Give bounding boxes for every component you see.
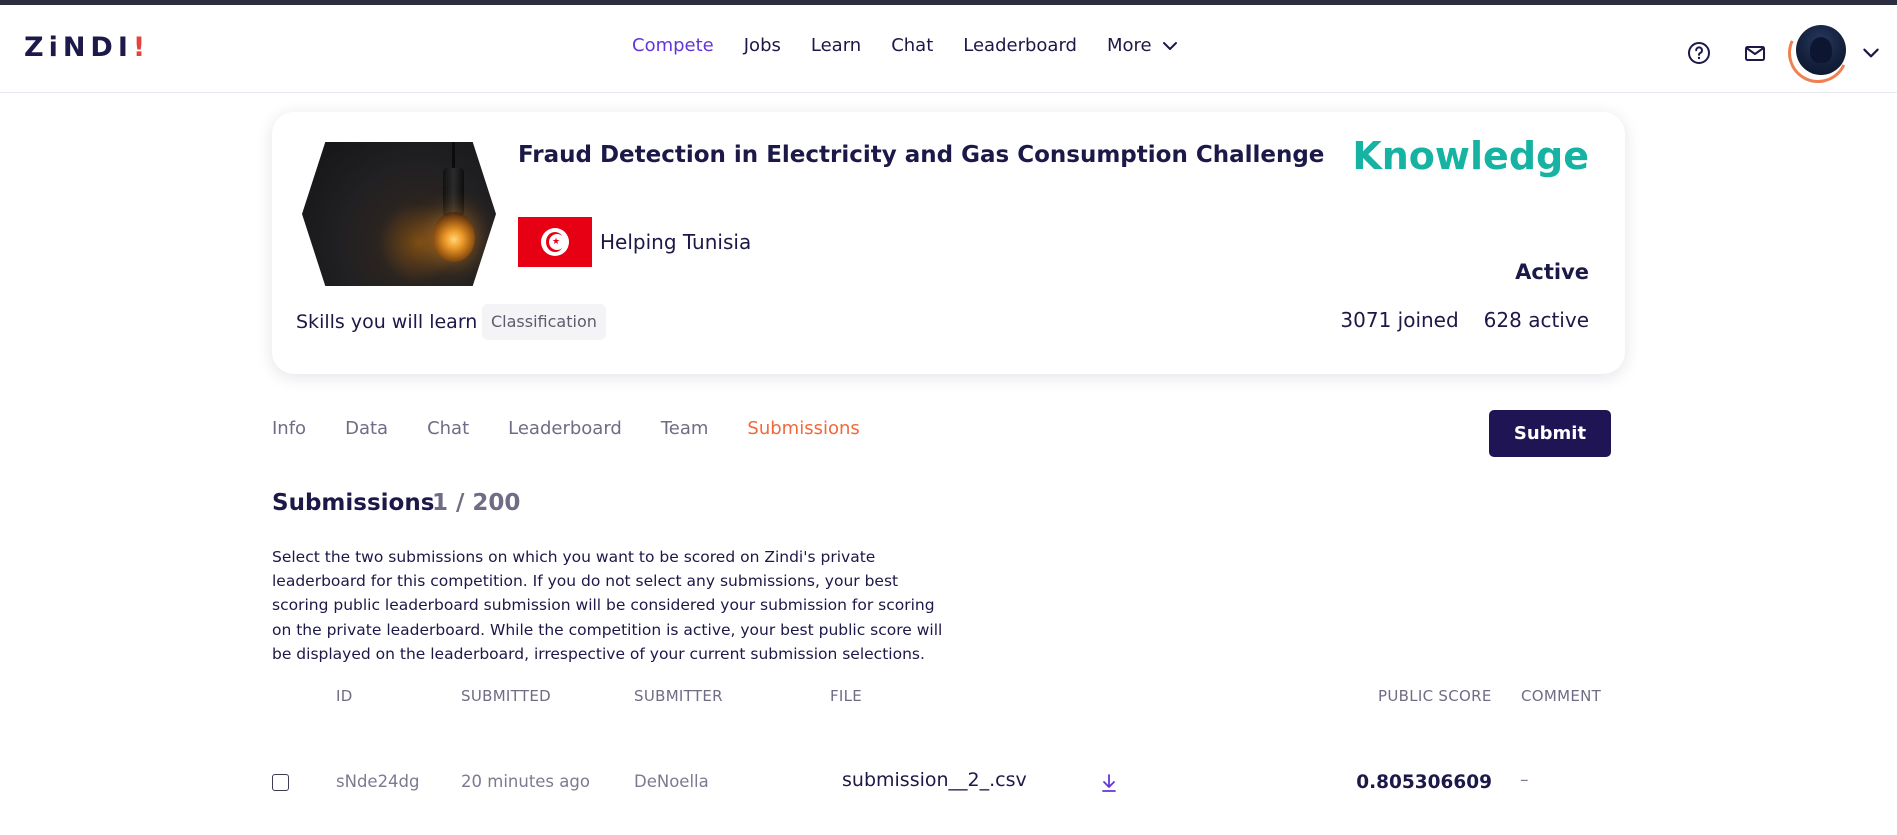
skills-label: Skills you will learn: [296, 311, 478, 333]
nav-chat[interactable]: Chat: [891, 35, 933, 56]
joined-count: 3071 joined: [1340, 308, 1459, 332]
nav-more-label: More: [1106, 35, 1152, 56]
submitter-name: DeNoella: [634, 772, 709, 791]
submission-time: 20 minutes ago: [461, 772, 590, 791]
submission-comment: –: [1520, 770, 1529, 790]
tab-chat[interactable]: Chat: [427, 418, 469, 439]
competition-title: Fraud Detection in Electricity and Gas C…: [518, 142, 1325, 168]
nav-learn[interactable]: Learn: [811, 35, 861, 56]
submission-file[interactable]: submission__2_.csv: [842, 769, 1027, 791]
nav-more[interactable]: More: [1107, 35, 1180, 56]
public-score: 0.805306609: [1356, 772, 1492, 793]
bulb-socket: [443, 168, 464, 216]
column-header-file: FILE: [830, 687, 863, 705]
flag-disk: ★: [541, 228, 569, 256]
submissions-count: 1 / 200: [432, 490, 521, 516]
lightbulb-icon: [433, 212, 475, 262]
user-avatar[interactable]: [1779, 14, 1857, 92]
flag-star-icon: ★: [552, 237, 561, 247]
nav-compete[interactable]: Compete: [632, 35, 714, 56]
host-name[interactable]: Helping Tunisia: [600, 230, 751, 254]
nav-leaderboard[interactable]: Leaderboard: [963, 35, 1077, 56]
active-count: 628 active: [1483, 308, 1589, 332]
site-header: ZiNDI! Compete Jobs Learn Chat Leaderboa…: [0, 5, 1897, 93]
tab-info[interactable]: Info: [272, 418, 306, 439]
competition-image: [302, 142, 496, 286]
submission-id: sNde24dg: [336, 772, 420, 791]
column-header-comment: COMMENT: [1521, 687, 1602, 705]
submissions-title: Submissions: [272, 490, 435, 516]
tab-submissions[interactable]: Submissions: [747, 418, 859, 439]
mail-icon[interactable]: [1742, 40, 1768, 66]
zindi-logo[interactable]: ZiNDI!: [24, 32, 150, 63]
competition-status: Active: [1515, 260, 1589, 284]
tab-data[interactable]: Data: [345, 418, 388, 439]
competition-stats: 3071 joined 628 active: [1340, 308, 1589, 332]
column-header-id: ID: [336, 687, 353, 705]
download-icon[interactable]: [1099, 772, 1119, 794]
tab-team[interactable]: Team: [661, 418, 709, 439]
competition-type: Knowledge: [1352, 134, 1589, 178]
competition-card: Fraud Detection in Electricity and Gas C…: [272, 112, 1625, 374]
submit-button[interactable]: Submit: [1489, 410, 1611, 457]
tunisia-flag-icon[interactable]: ★: [518, 217, 592, 267]
main-nav: Compete Jobs Learn Chat Leaderboard More: [632, 35, 1180, 56]
submissions-description: Select the two submissions on which you …: [272, 548, 943, 663]
tab-leaderboard[interactable]: Leaderboard: [508, 418, 622, 439]
header-actions: [1656, 14, 1897, 92]
submission-select-checkbox[interactable]: [272, 774, 289, 791]
skill-tag: Classification: [482, 304, 606, 340]
chevron-down-icon: [1162, 41, 1177, 50]
help-circle-icon[interactable]: [1686, 40, 1712, 66]
column-header-public-score: PUBLIC SCORE: [1378, 687, 1492, 705]
column-header-submitter: SUBMITTER: [634, 687, 723, 705]
avatar: [1796, 25, 1846, 75]
nav-jobs[interactable]: Jobs: [744, 35, 781, 56]
column-header-submitted: SUBMITTED: [461, 687, 551, 705]
chevron-down-icon[interactable]: [1860, 42, 1882, 64]
competition-tabs: Info Data Chat Leaderboard Team Submissi…: [272, 418, 860, 439]
